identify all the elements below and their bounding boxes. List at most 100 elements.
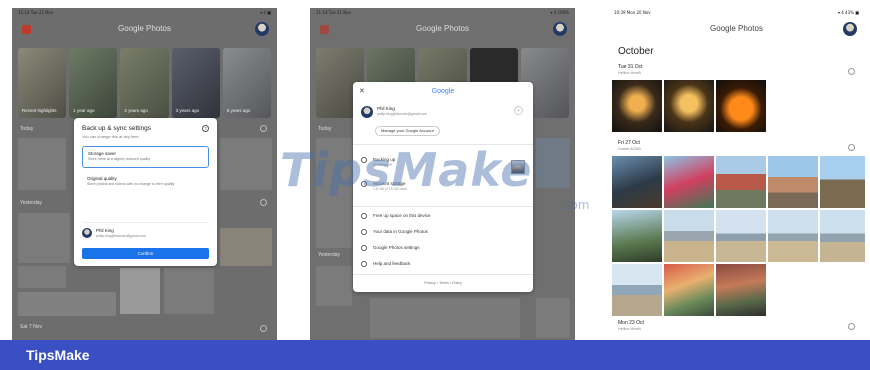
confirm-button[interactable]: Confirm bbox=[82, 248, 209, 259]
photo-thumb[interactable] bbox=[664, 80, 714, 132]
select-check-icon[interactable] bbox=[848, 323, 855, 330]
status-indicators: ▾ 4 100% bbox=[550, 10, 569, 15]
photo-thumb[interactable] bbox=[716, 80, 766, 132]
app-title: Google Photos bbox=[710, 24, 763, 33]
free-up-space-row[interactable]: Free up space on this device bbox=[361, 212, 525, 224]
google-logo: Google bbox=[353, 88, 533, 95]
photo-thumb[interactable] bbox=[220, 228, 272, 266]
help-icon[interactable]: ? bbox=[202, 125, 209, 132]
photo-thumb[interactable] bbox=[316, 266, 352, 306]
backup-settings-dialog: Back up & sync settings You can change t… bbox=[74, 118, 217, 266]
divider bbox=[353, 206, 533, 207]
photo-thumb[interactable] bbox=[18, 213, 70, 263]
account-avatar[interactable] bbox=[553, 22, 567, 36]
photo-thumb[interactable] bbox=[612, 264, 662, 316]
photo-thumb[interactable] bbox=[820, 156, 865, 208]
help-feedback-row[interactable]: Help and feedback bbox=[361, 260, 525, 272]
photo-thumb[interactable] bbox=[18, 292, 116, 316]
photo-thumb[interactable] bbox=[612, 210, 662, 262]
option-desc: Store more at a slightly reduced quality bbox=[88, 157, 151, 161]
status-indicators: ▾ 4 43% ■ bbox=[837, 10, 859, 15]
watermark-suffix: .com bbox=[560, 198, 590, 212]
select-check-icon[interactable] bbox=[260, 125, 267, 132]
photo-thumb[interactable] bbox=[768, 156, 818, 208]
photo-thumb[interactable] bbox=[664, 264, 714, 316]
photo-thumb[interactable] bbox=[536, 298, 570, 338]
memory-caption: Recent highlights bbox=[22, 108, 57, 113]
photo-thumb[interactable] bbox=[18, 266, 66, 288]
photo-thumb[interactable] bbox=[612, 156, 662, 208]
row-label: Your data in Google Photos bbox=[373, 229, 428, 234]
account-row[interactable]: Phil King philip.king@domain@gmail.com bbox=[82, 222, 209, 242]
photo-thumb[interactable] bbox=[716, 156, 766, 208]
memory-card[interactable]: 5 years ago bbox=[222, 48, 272, 118]
memory-caption: 1 year ago bbox=[73, 108, 95, 113]
status-time: 11:14 Tue 21 Nov bbox=[316, 10, 352, 15]
photo-thumb[interactable] bbox=[536, 138, 570, 188]
status-bar: 11:14 Tue 21 Nov ▾ 4 100% bbox=[310, 8, 575, 18]
date-heading: Tue 31 Oct bbox=[618, 64, 643, 70]
photo-thumb[interactable] bbox=[820, 210, 865, 262]
section-label-today: Today bbox=[318, 126, 332, 132]
status-time: 11:14 Tue 21 Nov bbox=[18, 10, 54, 15]
photo-thumb[interactable] bbox=[370, 298, 520, 338]
memory-card[interactable]: 1 year ago bbox=[69, 48, 118, 118]
photos-timeline-screen: 10:39 Mon 20 Nov ▾ 4 43% ■ Google Photos… bbox=[608, 8, 865, 340]
date-heading: Fri 27 Oct bbox=[618, 140, 640, 146]
app-title: Google Photos bbox=[118, 24, 171, 33]
photo-thumb[interactable] bbox=[18, 138, 66, 190]
select-check-icon[interactable] bbox=[848, 68, 855, 75]
date-location: Hellion Heath bbox=[618, 327, 641, 331]
memory-caption: 2 years ago bbox=[124, 108, 148, 113]
select-check-icon[interactable] bbox=[848, 144, 855, 151]
date-location: Dorset AONB bbox=[618, 147, 641, 151]
app-header: Google Photos bbox=[608, 18, 865, 44]
section-label-yesterday: Yesterday bbox=[318, 252, 341, 258]
account-avatar[interactable] bbox=[843, 22, 857, 36]
section-label-today: Today bbox=[20, 126, 34, 132]
account-avatar bbox=[82, 228, 92, 238]
photo-thumb[interactable] bbox=[716, 264, 766, 316]
photo-thumb[interactable] bbox=[164, 268, 214, 314]
account-avatar[interactable] bbox=[255, 22, 269, 36]
photo-thumb[interactable] bbox=[768, 210, 818, 262]
option-desc: Store photos and videos with no change t… bbox=[87, 182, 175, 186]
photos-settings-row[interactable]: Google Photos settings bbox=[361, 244, 525, 256]
select-check-icon[interactable] bbox=[260, 325, 267, 332]
legal-links[interactable]: Privacy • Terms • Policy bbox=[353, 281, 533, 285]
original-quality-option[interactable]: Original quality Store photos and videos… bbox=[82, 172, 209, 200]
divider bbox=[353, 274, 533, 275]
watermark: TipsMake bbox=[280, 143, 533, 197]
chevron-down-icon[interactable]: ⌄ bbox=[514, 106, 523, 115]
google-logo-text: Google bbox=[431, 88, 455, 95]
photo-thumb[interactable] bbox=[120, 268, 160, 314]
status-bar: 11:14 Tue 21 Nov ▾ 4 ■ bbox=[12, 8, 277, 18]
row-label: Help and feedback bbox=[373, 261, 411, 266]
memory-card[interactable]: 2 years ago bbox=[120, 48, 169, 118]
shield-icon bbox=[361, 229, 367, 235]
photo-thumb[interactable] bbox=[612, 80, 662, 132]
storage-saver-option[interactable]: Storage saver Store more at a slightly r… bbox=[82, 146, 209, 168]
row-label: Free up space on this device bbox=[373, 213, 431, 218]
photos-backup-dialog-screen: 11:14 Tue 21 Nov ▾ 4 ■ Google Photos Rec… bbox=[12, 8, 277, 340]
brand-footer: TipsMake bbox=[0, 340, 870, 370]
your-data-row[interactable]: Your data in Google Photos bbox=[361, 228, 525, 240]
photo-thumb[interactable] bbox=[664, 156, 714, 208]
photo-thumb[interactable] bbox=[664, 210, 714, 262]
account-name: Phil King bbox=[96, 228, 114, 233]
select-check-icon[interactable] bbox=[260, 199, 267, 206]
app-title: Google Photos bbox=[416, 24, 469, 33]
memory-card[interactable]: 3 years ago bbox=[171, 48, 220, 118]
memory-card[interactable]: Recent highlights bbox=[18, 48, 67, 118]
photo-thumb[interactable] bbox=[716, 210, 766, 262]
account-header: Phil King philip.king@domain@gmail.com ⌄ bbox=[361, 104, 525, 126]
status-bar: 10:39 Mon 20 Nov ▾ 4 43% ■ bbox=[608, 8, 865, 18]
section-label-yesterday: Yesterday bbox=[20, 200, 43, 206]
app-header: Google Photos bbox=[12, 18, 277, 44]
photo-thumb[interactable] bbox=[220, 138, 272, 190]
status-time: 10:39 Mon 20 Nov bbox=[614, 10, 651, 15]
manage-account-button[interactable]: Manage your Google Account bbox=[375, 126, 440, 136]
phone-icon bbox=[361, 213, 367, 219]
account-name: Phil King bbox=[377, 106, 395, 111]
status-indicators: ▾ 4 ■ bbox=[260, 10, 271, 15]
